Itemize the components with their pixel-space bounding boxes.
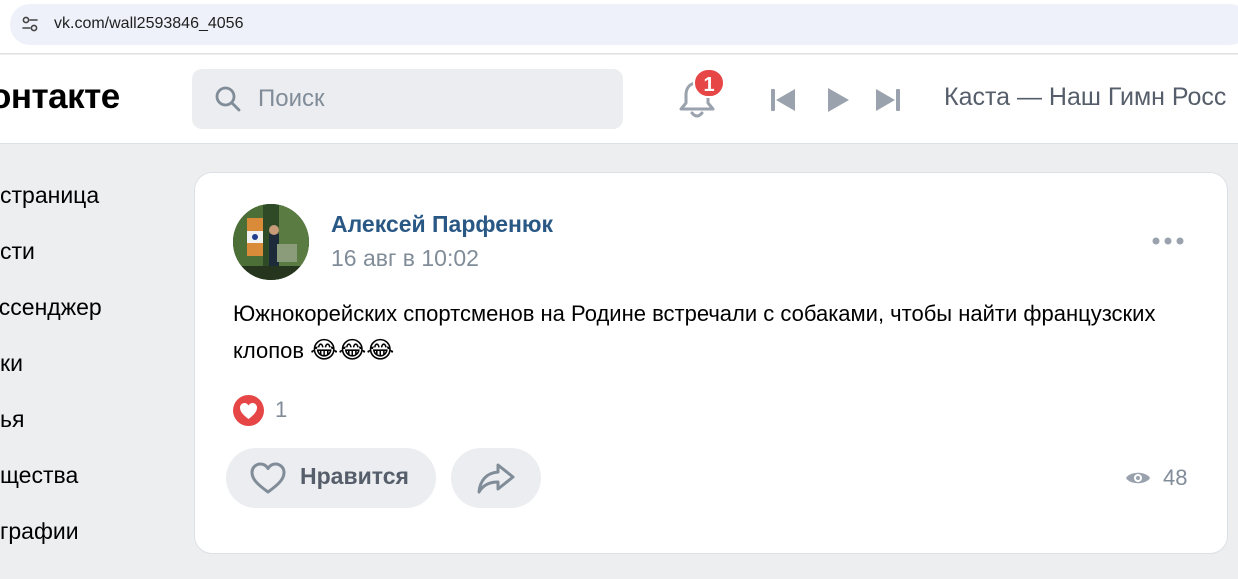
site-header: онтакте 1 Каста — Наш Гимн Росс (0, 55, 1238, 144)
share-button[interactable] (451, 448, 541, 508)
previous-track-icon[interactable] (766, 83, 800, 117)
avatar-photo (233, 204, 309, 280)
sidebar-item-communities[interactable]: щества (0, 462, 78, 489)
notifications-badge: 1 (693, 68, 725, 98)
address-bar[interactable]: vk.com/wall2593846_4056 (10, 4, 1238, 45)
reactions-count[interactable]: 1 (275, 397, 287, 423)
site-settings-icon[interactable] (20, 14, 40, 34)
post-date[interactable]: 16 авг в 10:02 (331, 245, 479, 272)
sidebar-item-friends[interactable]: ья (0, 406, 24, 433)
browser-toolbar: vk.com/wall2593846_4056 (0, 0, 1238, 54)
post-text: Южнокорейских спортсменов на Родине встр… (233, 295, 1173, 369)
more-options-icon[interactable] (1151, 231, 1185, 251)
play-icon[interactable] (820, 83, 854, 117)
wall-post: Алексей Парфенюк 16 авг в 10:02 Южнокоре… (194, 172, 1228, 554)
next-track-icon[interactable] (871, 83, 905, 117)
heart-outline-icon (250, 462, 286, 494)
views-count: 48 (1163, 465, 1188, 490)
vk-logo[interactable]: онтакте (0, 77, 120, 117)
sidebar-item-calls[interactable]: ки (0, 350, 23, 377)
now-playing-title[interactable]: Каста — Наш Гимн Росс (944, 83, 1238, 112)
heart-reaction-icon[interactable] (233, 395, 264, 426)
author-avatar[interactable] (233, 204, 309, 280)
sidebar-item-messenger[interactable]: ессенджер (0, 294, 102, 321)
search-icon (215, 86, 241, 112)
search-box[interactable] (192, 69, 623, 129)
like-button[interactable]: Нравится (226, 448, 436, 508)
url-text[interactable]: vk.com/wall2593846_4056 (54, 15, 243, 33)
like-button-label: Нравится (300, 463, 409, 489)
post-author-name[interactable]: Алексей Парфенюк (331, 211, 553, 238)
search-input[interactable] (258, 83, 598, 115)
sidebar-item-my-page[interactable]: страница (0, 182, 99, 209)
sidebar-item-photos[interactable]: графии (0, 518, 79, 545)
eye-icon (1126, 472, 1150, 484)
views-counter: 48 (1125, 463, 1195, 495)
sidebar-item-news[interactable]: сти (0, 238, 35, 265)
share-arrow-icon (477, 463, 515, 494)
laughing-emoji: 😂😂😂 (310, 337, 395, 364)
